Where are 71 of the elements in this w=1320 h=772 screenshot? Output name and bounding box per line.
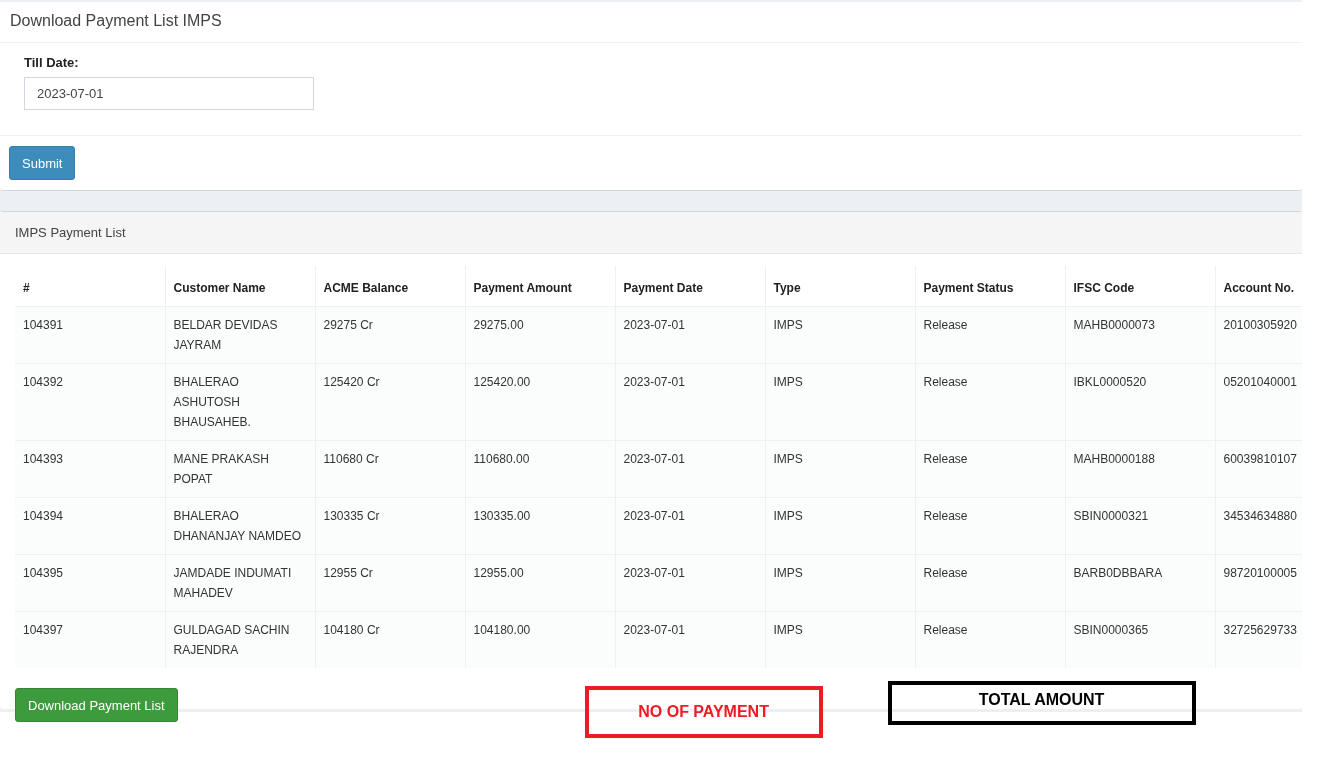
table-cell: 34534634880 — [1215, 497, 1302, 554]
column-header: Payment Amount — [465, 266, 615, 306]
table-cell: 125420 Cr — [315, 363, 465, 440]
table-cell: SBIN0000321 — [1065, 497, 1215, 554]
table-cell: 104180 Cr — [315, 611, 465, 668]
submit-button[interactable]: Submit — [9, 146, 76, 180]
table-cell: 104392 — [15, 363, 165, 440]
column-header: Customer Name — [165, 266, 315, 306]
table-cell: MANE PRAKASH POPAT — [165, 440, 315, 497]
table-cell: 104397 — [15, 611, 165, 668]
table-cell: Release — [915, 306, 1065, 363]
table-cell: 125420.00 — [465, 363, 615, 440]
table-cell: 110680 Cr — [315, 440, 465, 497]
date-field[interactable]: 2023-07-01 — [24, 77, 314, 110]
table-cell: 20100305920 — [1215, 306, 1302, 363]
table-cell: Release — [915, 440, 1065, 497]
table-cell: GULDAGAD SACHIN RAJENDRA — [165, 611, 315, 668]
table-cell: SBIN0000365 — [1065, 611, 1215, 668]
table-cell: 29275 Cr — [315, 306, 465, 363]
table-cell: 110680.00 — [465, 440, 615, 497]
table-cell: BELDAR DEVIDAS JAYRAM — [165, 306, 315, 363]
table-cell: IMPS — [765, 363, 915, 440]
table-cell: 05201040001 — [1215, 363, 1302, 440]
column-header: IFSC Code — [1065, 266, 1215, 306]
table-cell: 2023-07-01 — [615, 611, 765, 668]
table-cell: Release — [915, 611, 1065, 668]
column-header: Account No. — [1215, 266, 1302, 306]
table-cell: IBKL0000520 — [1065, 363, 1215, 440]
field-label: Till Date: — [24, 55, 80, 70]
table-cell: Release — [915, 363, 1065, 440]
table-cell: BHALERAO ASHUTOSH BHAUSAHEB. — [165, 363, 315, 440]
table-cell: 32725629733 — [1215, 611, 1302, 668]
table-cell: IMPS — [765, 611, 915, 668]
column-header: # — [15, 266, 165, 306]
table-cell: Release — [915, 497, 1065, 554]
annotation-label: NO OF PAYMENT — [584, 686, 823, 738]
table-cell: 2023-07-01 — [615, 306, 765, 363]
table-cell: 130335.00 — [465, 497, 615, 554]
table-cell: 60039810107 — [1215, 440, 1302, 497]
table-cell: 104395 — [15, 554, 165, 611]
table-cell: 2023-07-01 — [615, 363, 765, 440]
table-cell: IMPS — [765, 554, 915, 611]
table-cell: 2023-07-01 — [615, 440, 765, 497]
column-header: Type — [765, 266, 915, 306]
table-cell: BHALERAO DHANANJAY NAMDEO — [165, 497, 315, 554]
table-cell: IMPS — [765, 497, 915, 554]
table-cell: 98720100005 — [1215, 554, 1302, 611]
download-button[interactable]: Download Payment List — [15, 688, 178, 722]
panel-title: Download Payment List IMPS — [0, 2, 1302, 43]
annotation-label: TOTAL AMOUNT — [887, 681, 1196, 725]
table-cell: 104393 — [15, 440, 165, 497]
table-cell: IMPS — [765, 306, 915, 363]
table-cell: Release — [915, 554, 1065, 611]
table-cell: 130335 Cr — [315, 497, 465, 554]
table-cell: 2023-07-01 — [615, 554, 765, 611]
table-cell: 104180.00 — [465, 611, 615, 668]
column-header: ACME Balance — [315, 266, 465, 306]
table-cell: IMPS — [765, 440, 915, 497]
column-header: Payment Date — [615, 266, 765, 306]
table-cell: 104391 — [15, 306, 165, 363]
panel-title: IMPS Payment List — [0, 212, 1302, 254]
table-cell: JAMDADE INDUMATI MAHADEV — [165, 554, 315, 611]
table-cell: MAHB0000188 — [1065, 440, 1215, 497]
table-cell: 29275.00 — [465, 306, 615, 363]
column-header: Payment Status — [915, 266, 1065, 306]
table-cell: 12955.00 — [465, 554, 615, 611]
table-cell: MAHB0000073 — [1065, 306, 1215, 363]
table-cell: 104394 — [15, 497, 165, 554]
table-cell: 2023-07-01 — [615, 497, 765, 554]
table-cell: 12955 Cr — [315, 554, 465, 611]
table-cell: BARB0DBBARA — [1065, 554, 1215, 611]
